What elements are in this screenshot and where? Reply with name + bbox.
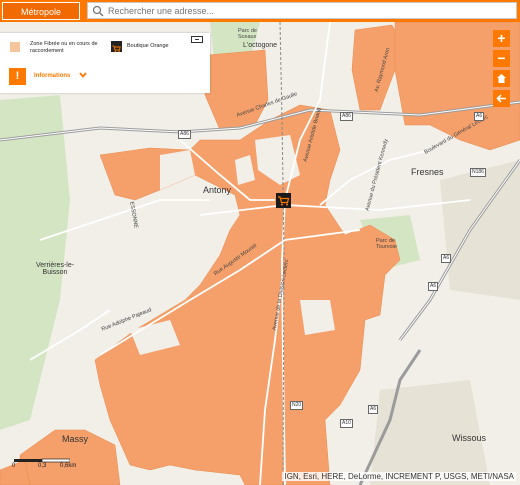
place-label-parc-sceaux: Parc de Sceaux [238,28,257,40]
place-label-fresnes: Fresnes [411,167,444,177]
non-fibre-area [300,300,335,335]
chevron-down-icon[interactable] [79,71,87,79]
informations-toggle[interactable]: Informations [34,73,70,79]
info-alert-icon[interactable]: ! [9,68,26,85]
boutique-legend-icon [111,41,122,53]
legend-panel: Zone Fibrée ou en cours de raccordement … [0,33,210,93]
place-label-verrieres: Verrières-le-Buisson [35,262,75,276]
road-shield-a6-2: A6 [428,282,439,291]
scale-label-0: 0 [12,463,16,469]
search-box[interactable] [87,2,517,19]
search-input[interactable] [108,3,508,18]
road-shield-a6-1: A6 [441,254,452,263]
metropole-button[interactable]: Métropole [2,2,80,20]
back-button[interactable] [493,90,510,107]
legend-collapse-button[interactable] [191,36,203,43]
road-shield-a86-east: A86 [340,112,353,121]
scale-label-mid: 0,3 [38,463,47,469]
road-shield-a6-4: A6 [474,112,485,121]
place-label-massy: Massy [62,434,89,444]
legend-zone-label: Zone Fibrée ou en cours de raccordement [30,41,98,54]
home-icon [497,74,506,83]
map-attribution: IGN, Esri, HERE, DeLorme, INCREMENT P, U… [282,472,516,481]
road-shield-n20: N20 [290,401,304,410]
road-shield-n186: N186 [470,168,486,177]
place-label-parc-tourvoie: Parc de Tourvoie [376,238,397,250]
road-shield-a86-west: A86 [178,130,191,139]
scale-label-max: 0,6km [60,463,77,469]
arrow-left-icon [496,94,506,103]
home-button[interactable] [493,70,510,87]
zoom-out-button[interactable]: − [493,50,510,67]
search-icon [92,5,104,17]
place-label-octogone: L'octogone [243,42,278,49]
green-area [440,160,520,300]
fibre-zone-swatch [10,42,20,52]
road-shield-a10: A10 [340,419,353,428]
road-shield-a6-3: A6 [368,405,379,414]
place-label-wissous: Wissous [452,433,487,443]
place-label-antony: Antony [203,185,232,195]
top-bar: Métropole [0,0,520,22]
boutique-orange-marker[interactable] [276,193,291,208]
shopping-cart-icon [278,196,290,206]
zoom-in-button[interactable]: + [493,30,510,47]
legend-boutique-label: Boutique Orange [127,43,169,49]
